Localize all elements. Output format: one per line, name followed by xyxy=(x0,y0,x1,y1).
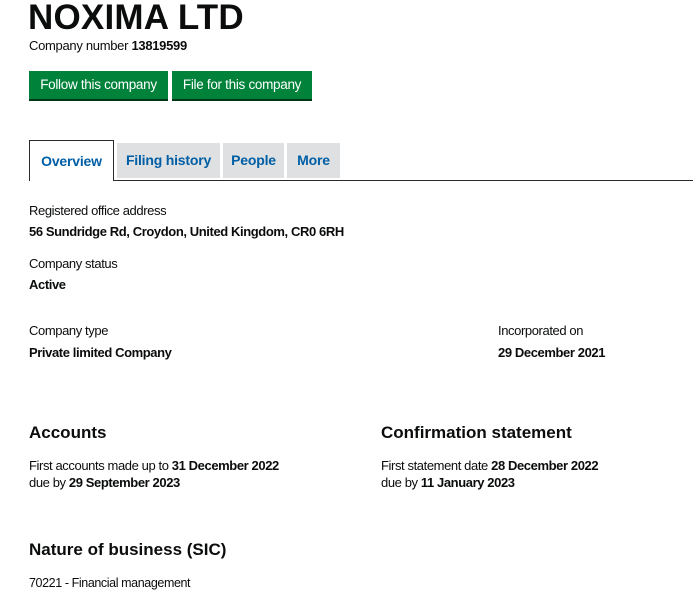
tab-overview[interactable]: Overview xyxy=(29,140,114,181)
company-status-value: Active xyxy=(29,277,66,292)
company-status-label: Company status xyxy=(29,256,118,271)
follow-company-button[interactable]: Follow this company xyxy=(29,71,168,99)
confirmation-first-line: First statement date 28 December 2022 xyxy=(381,458,599,474)
company-number: Company number 13819599 xyxy=(29,38,187,53)
sic-heading: Nature of business (SIC) xyxy=(29,540,227,559)
company-number-value: 13819599 xyxy=(131,38,187,53)
tab-filing-history[interactable]: Filing history xyxy=(117,143,220,178)
company-name: NOXIMA LTD xyxy=(28,0,244,37)
tabs-divider xyxy=(29,180,693,181)
incorporated-label: Incorporated on xyxy=(498,323,584,338)
accounts-heading: Accounts xyxy=(29,423,107,442)
accounts-due-prefix: due by xyxy=(29,475,66,490)
confirmation-due-prefix: due by xyxy=(381,475,418,490)
registered-office-label: Registered office address xyxy=(29,203,167,218)
accounts-first-line: First accounts made up to 31 December 20… xyxy=(29,458,279,474)
confirmation-due-line: due by 11 January 2023 xyxy=(381,475,515,491)
company-type-value: Private limited Company xyxy=(29,345,172,360)
accounts-due-line: due by 29 September 2023 xyxy=(29,475,180,491)
confirmation-first-prefix: First statement date xyxy=(381,458,488,473)
company-type-label: Company type xyxy=(29,323,109,338)
confirmation-due-date: 11 January 2023 xyxy=(420,475,515,490)
accounts-first-prefix: First accounts made up to xyxy=(29,458,169,473)
sic-item: 70221 - Financial management xyxy=(29,576,191,590)
company-number-label: Company number xyxy=(29,38,129,53)
confirmation-first-date: 28 December 2022 xyxy=(491,458,599,473)
incorporated-value: 29 December 2021 xyxy=(498,345,606,360)
accounts-due-date: 29 September 2023 xyxy=(68,475,180,490)
confirmation-heading: Confirmation statement xyxy=(381,423,572,442)
tab-people[interactable]: People xyxy=(223,143,284,178)
tab-more[interactable]: More xyxy=(287,143,340,178)
registered-office-value: 56 Sundridge Rd, Croydon, United Kingdom… xyxy=(29,224,344,239)
accounts-first-date: 31 December 2022 xyxy=(171,458,279,473)
file-for-company-button[interactable]: File for this company xyxy=(172,71,312,99)
